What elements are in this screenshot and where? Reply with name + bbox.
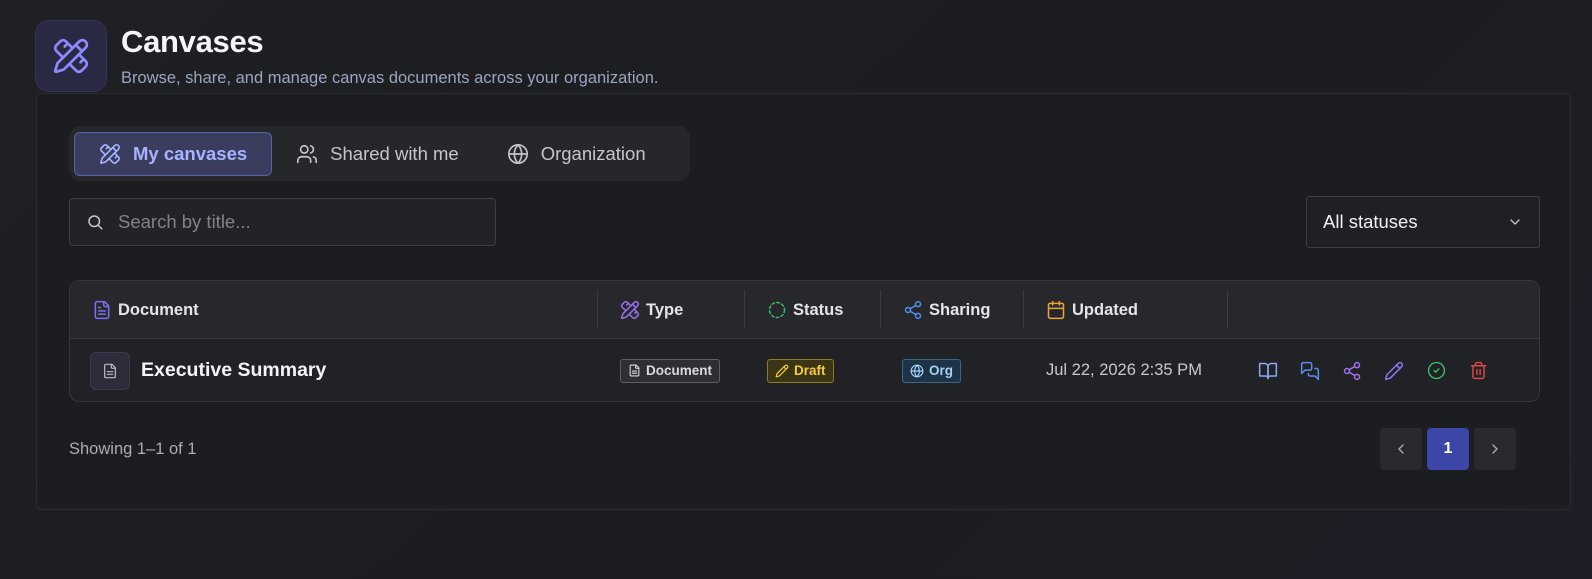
- delete-button[interactable]: [1457, 356, 1499, 386]
- check-circle-icon: [1427, 361, 1445, 380]
- trash-icon: [1470, 361, 1486, 380]
- column-label: Type: [646, 300, 684, 319]
- page-header: Canvases Browse, share, and manage canva…: [35, 20, 658, 92]
- tab-label: My canvases: [133, 142, 248, 164]
- tab-bar: My canvases Shared with me Organization: [69, 126, 690, 181]
- chevron-down-icon: [1510, 219, 1520, 225]
- file-text-icon: [629, 364, 640, 377]
- comments-icon: [1300, 361, 1320, 380]
- search-box: [69, 198, 496, 246]
- column-updated[interactable]: Updated: [1046, 281, 1138, 339]
- pencil-ruler-icon: [53, 38, 89, 74]
- book-open-icon: [1258, 362, 1278, 379]
- table-header: Document Type Status Sharing Updated: [70, 281, 1539, 339]
- file-text-icon: [94, 300, 110, 320]
- type-badge: Document: [620, 358, 721, 383]
- status-badge-label: Draft: [794, 363, 826, 378]
- edit-button[interactable]: [1373, 356, 1415, 386]
- updated-cell: Jul 22, 2026 2:35 PM: [1046, 339, 1202, 401]
- document-cell: Executive Summary: [90, 339, 326, 401]
- chevron-right-icon: [1492, 444, 1498, 454]
- file-text-icon: [104, 363, 116, 378]
- column-label: Status: [793, 300, 844, 319]
- column-divider: [1023, 290, 1024, 328]
- canvases-panel: My canvases Shared with me Organization: [36, 93, 1571, 510]
- column-document[interactable]: Document: [92, 281, 199, 339]
- status-cell: Draft: [767, 339, 834, 401]
- share-icon: [904, 300, 922, 320]
- chevron-left-icon: [1398, 444, 1404, 454]
- document-thumbnail: [90, 351, 130, 390]
- pencil-icon: [775, 364, 789, 377]
- table-row[interactable]: Executive Summary Document Draft Org Jul…: [70, 339, 1539, 401]
- status-badge: Draft: [767, 358, 834, 383]
- pencil-icon: [1384, 361, 1403, 380]
- document-title[interactable]: Executive Summary: [141, 359, 326, 382]
- open-button[interactable]: [1247, 356, 1289, 386]
- column-label: Updated: [1072, 300, 1138, 319]
- sharing-cell: Org: [902, 339, 962, 401]
- tab-organization[interactable]: Organization: [477, 132, 664, 176]
- type-badge-label: Document: [646, 363, 713, 378]
- canvases-table: Document Type Status Sharing Updated Exe…: [69, 280, 1540, 402]
- share-icon: [1343, 361, 1361, 380]
- column-type[interactable]: Type: [620, 281, 683, 339]
- comments-button[interactable]: [1289, 356, 1331, 386]
- globe-icon: [910, 364, 924, 377]
- next-page-button[interactable]: [1474, 428, 1516, 470]
- globe-icon: [507, 143, 528, 164]
- sharing-badge-label: Org: [929, 363, 954, 378]
- prev-page-button[interactable]: [1380, 428, 1422, 470]
- page-subtitle: Browse, share, and manage canvas documen…: [121, 69, 659, 87]
- pencil-ruler-icon: [100, 143, 120, 164]
- status-filter-select[interactable]: All statuses: [1306, 196, 1540, 248]
- pencil-ruler-icon: [620, 300, 640, 320]
- tab-label: Shared with me: [330, 142, 459, 164]
- search-icon: [88, 215, 103, 230]
- status-filter-value: All statuses: [1323, 211, 1418, 232]
- type-cell: Document: [620, 339, 721, 401]
- users-icon: [297, 144, 318, 163]
- column-divider: [1227, 290, 1228, 328]
- updated-date: Jul 22, 2026 2:35 PM: [1046, 361, 1202, 379]
- approve-button[interactable]: [1415, 356, 1457, 386]
- column-divider: [597, 290, 598, 328]
- pagination: 1: [1380, 428, 1516, 470]
- calendar-icon: [1047, 300, 1065, 320]
- share-button[interactable]: [1331, 356, 1373, 386]
- results-count: Showing 1–1 of 1: [69, 440, 197, 458]
- column-label: Document: [118, 300, 199, 319]
- column-sharing[interactable]: Sharing: [903, 281, 990, 339]
- tab-label: Organization: [540, 142, 646, 164]
- dashed-circle-icon: [768, 301, 786, 319]
- column-label: Sharing: [929, 300, 991, 319]
- tab-shared-with-me[interactable]: Shared with me: [274, 132, 477, 176]
- page-button-current[interactable]: 1: [1427, 428, 1469, 470]
- tab-my-canvases[interactable]: My canvases: [74, 131, 273, 176]
- canvases-logo: [35, 20, 107, 92]
- sharing-badge: Org: [902, 358, 962, 383]
- column-status[interactable]: Status: [767, 281, 843, 339]
- column-divider: [744, 290, 745, 328]
- search-input[interactable]: [118, 211, 488, 233]
- row-actions: [1247, 339, 1499, 401]
- page-title: Canvases: [121, 24, 264, 59]
- column-divider: [880, 290, 881, 328]
